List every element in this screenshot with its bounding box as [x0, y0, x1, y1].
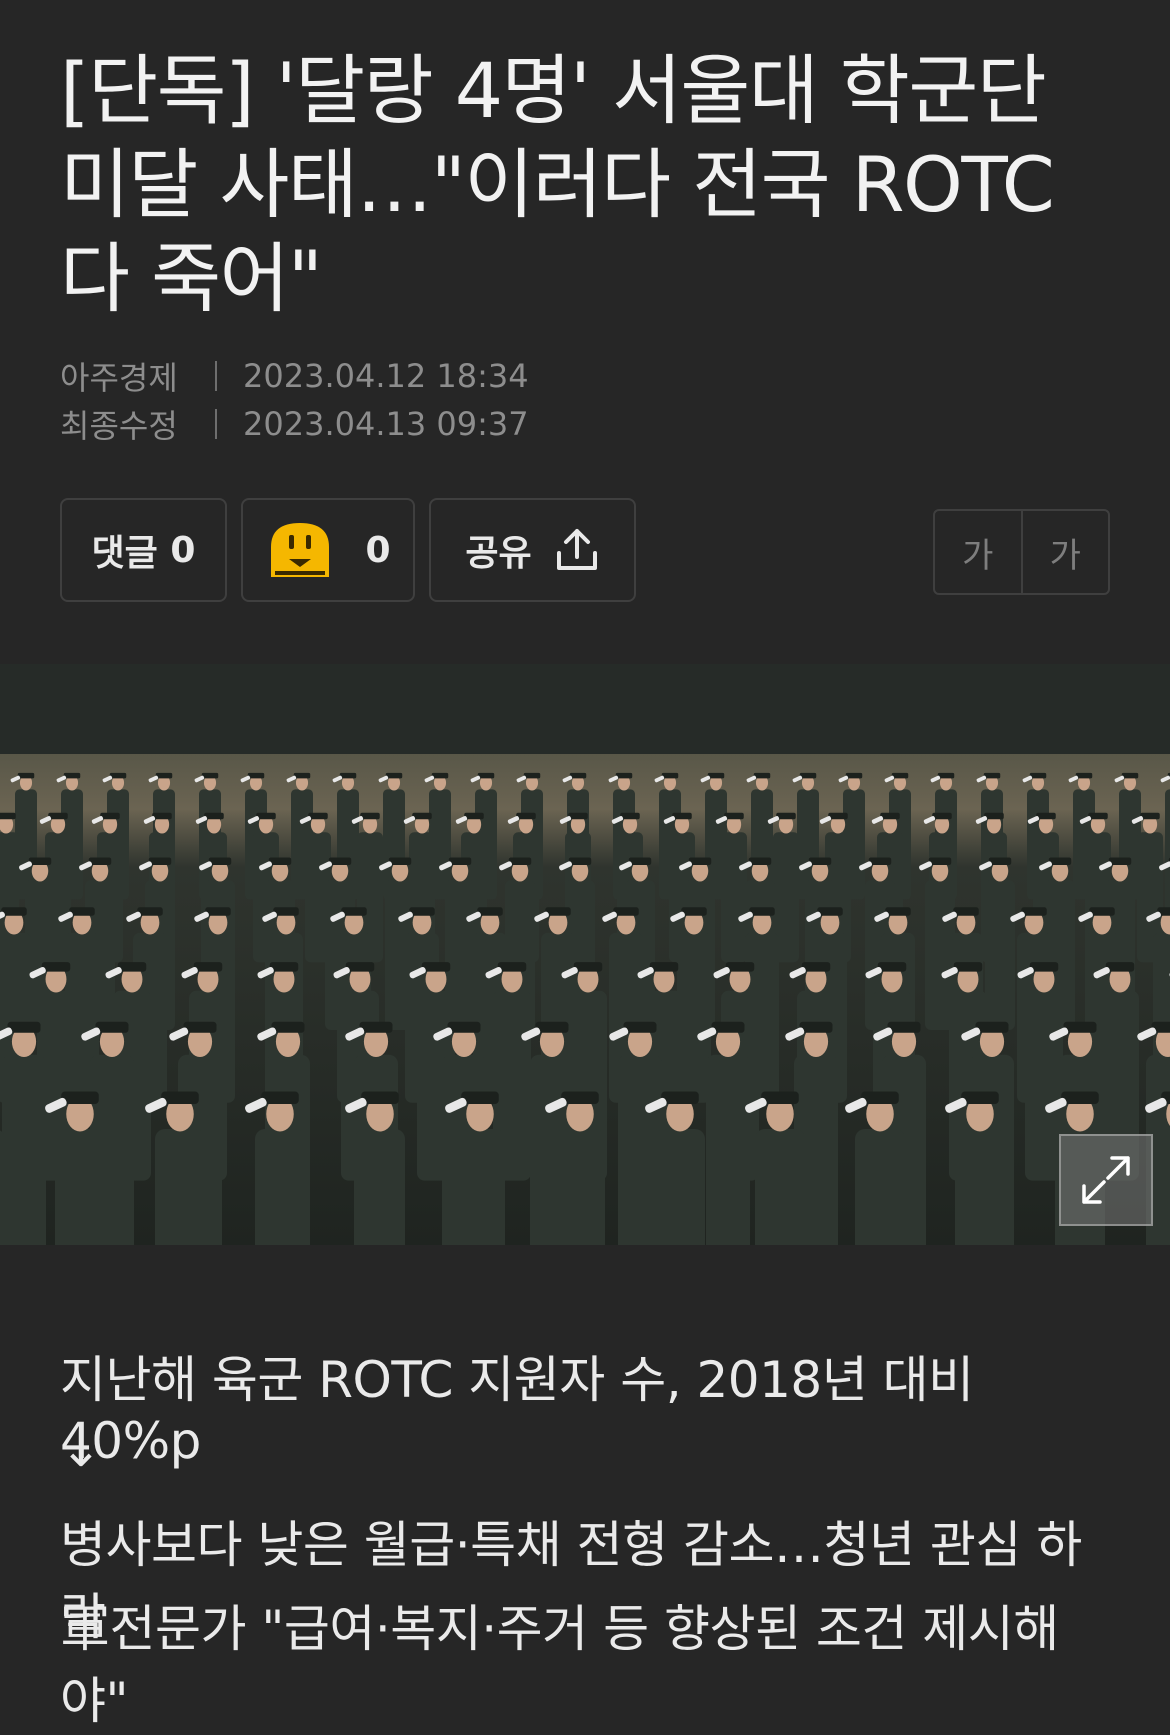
- published-time: 2023.04.12 18:34: [243, 357, 529, 395]
- summary-line-continued: ↓: [60, 1420, 102, 1478]
- publisher-name[interactable]: 아주경제: [60, 353, 215, 399]
- publish-meta: 아주경제 2023.04.12 18:34: [60, 353, 529, 399]
- meta-divider: [215, 361, 217, 391]
- meta-divider: [215, 409, 217, 439]
- article-photo[interactable]: [0, 664, 1170, 1245]
- share-button[interactable]: 공유: [429, 498, 636, 602]
- reaction-count: 0: [365, 529, 391, 571]
- comment-count: 0: [170, 529, 196, 571]
- reaction-button[interactable]: 0: [241, 498, 415, 602]
- modified-label: 최종수정: [60, 407, 178, 445]
- modified-meta: 최종수정 2023.04.13 09:37: [60, 401, 529, 447]
- article-page: [단독] '달랑 4명' 서울대 학군단 미달 사태…"이러다 전국 ROTC …: [0, 0, 1170, 1735]
- article-title: [단독] '달랑 4명' 서울대 학군단 미달 사태…"이러다 전국 ROTC …: [60, 46, 1055, 323]
- comment-button[interactable]: 댓글 0: [60, 498, 227, 602]
- share-upload-icon: [556, 529, 597, 570]
- expand-icon: [1082, 1156, 1130, 1204]
- font-size-increase[interactable]: 가: [1020, 511, 1109, 593]
- expand-photo-button[interactable]: [1059, 1134, 1153, 1226]
- plug-face-icon: [271, 523, 330, 577]
- summary-line: 軍전문가 "급여·복지·주거 등 향상된 조건 제시해야": [60, 1600, 1059, 1730]
- modified-time: 2023.04.13 09:37: [243, 405, 529, 443]
- comment-label: 댓글: [91, 533, 158, 574]
- font-size-control: 가 가: [933, 509, 1110, 595]
- font-size-decrease[interactable]: 가: [935, 511, 1021, 593]
- share-label: 공유: [465, 533, 532, 574]
- rotc-cadets-photo: [0, 664, 1170, 1245]
